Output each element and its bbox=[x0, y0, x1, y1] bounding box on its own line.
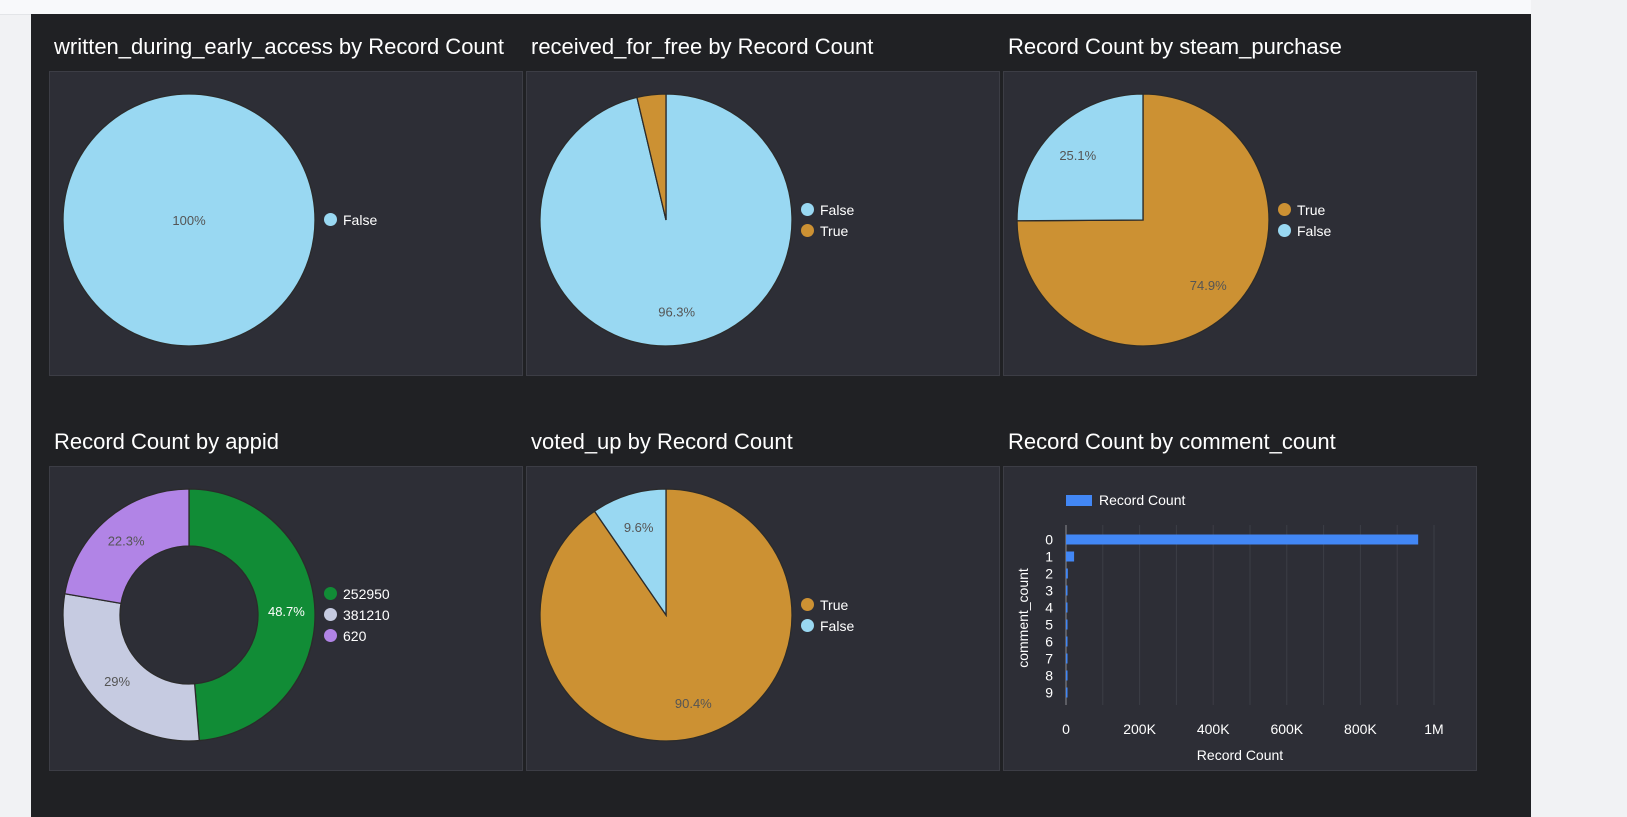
slice-label: 96.3% bbox=[658, 304, 695, 319]
y-tick-label: 0 bbox=[1045, 532, 1053, 548]
legend-item-true[interactable]: True bbox=[1278, 199, 1331, 220]
legend-item-false[interactable]: False bbox=[801, 615, 854, 636]
legend-item-true[interactable]: True bbox=[801, 594, 854, 615]
bar-6[interactable] bbox=[1066, 636, 1068, 647]
chart-title: voted_up by Record Count bbox=[531, 429, 793, 454]
chart-legend: True False bbox=[1278, 199, 1331, 241]
legend-label: False bbox=[343, 211, 378, 228]
pie-chart-svg[interactable]: 74.9% 25.1% bbox=[1004, 72, 1478, 377]
legend-label[interactable]: Record Count bbox=[1099, 492, 1185, 508]
y-axis-title: comment_count bbox=[1015, 568, 1031, 668]
chart-title: Record Count by appid bbox=[54, 429, 280, 454]
pie-chart-svg[interactable]: 90.4% 9.6% bbox=[527, 467, 1001, 772]
bar-7[interactable] bbox=[1066, 653, 1068, 664]
legend-swatch bbox=[1278, 224, 1291, 237]
bar-0[interactable] bbox=[1066, 534, 1419, 545]
chart-area: 96.3% False True bbox=[526, 71, 1000, 376]
legend-label: False bbox=[820, 201, 855, 218]
y-tick-label: 5 bbox=[1045, 617, 1053, 633]
bar-2[interactable] bbox=[1066, 568, 1068, 579]
legend-swatch bbox=[324, 608, 337, 621]
y-tick-label: 2 bbox=[1045, 566, 1053, 582]
chart-title: Record Count by comment_count bbox=[1008, 429, 1336, 454]
bar-4[interactable] bbox=[1066, 602, 1068, 613]
bar-8[interactable] bbox=[1066, 670, 1068, 681]
y-tick-label: 9 bbox=[1045, 685, 1053, 701]
slice-label: 29% bbox=[104, 674, 130, 689]
chart-legend: True False bbox=[801, 594, 854, 636]
legend-item-252950[interactable]: 252950 bbox=[324, 583, 390, 604]
y-tick-label: 1 bbox=[1045, 549, 1053, 565]
legend-label: True bbox=[820, 222, 849, 239]
legend-item-true[interactable]: True bbox=[801, 220, 854, 241]
legend-item-false[interactable]: False bbox=[1278, 220, 1331, 241]
legend-swatch bbox=[801, 224, 814, 237]
pie-chart-svg[interactable]: 96.3% bbox=[527, 72, 1001, 377]
slice-label: 100% bbox=[172, 213, 206, 228]
chart-legend: False bbox=[324, 209, 377, 230]
x-tick-label: 600K bbox=[1270, 721, 1303, 737]
chart-area: 74.9% 25.1% True False bbox=[1003, 71, 1477, 376]
legend-swatch bbox=[1066, 495, 1092, 506]
slice-label: 22.3% bbox=[108, 533, 145, 548]
bar-1[interactable] bbox=[1066, 551, 1075, 562]
legend-swatch bbox=[801, 619, 814, 632]
y-tick-label: 6 bbox=[1045, 634, 1053, 650]
chart-area: 90.4% 9.6% True False bbox=[526, 466, 1000, 771]
legend-item-620[interactable]: 620 bbox=[324, 625, 390, 646]
slice-label: 25.1% bbox=[1059, 148, 1096, 163]
bar-chart-svg[interactable]: Record Count01234567890 200K 400K 600K 800K 1… bbox=[1004, 467, 1478, 772]
legend-label: True bbox=[820, 596, 849, 613]
slice-label: 48.7% bbox=[268, 604, 305, 619]
legend-swatch bbox=[324, 587, 337, 600]
x-tick-label: 0 bbox=[1062, 721, 1070, 737]
bar-3[interactable] bbox=[1066, 585, 1068, 596]
x-tick-label: 800K bbox=[1344, 721, 1377, 737]
legend-label: 620 bbox=[343, 627, 367, 644]
legend-item-false[interactable]: False bbox=[324, 209, 377, 230]
report-canvas: written_during_early_access by Record Co… bbox=[31, 14, 1531, 817]
donut-chart-svg[interactable]: 48.7% 29% 22.3% bbox=[50, 467, 524, 772]
slice-label: 74.9% bbox=[1190, 278, 1227, 293]
x-axis-title: Record Count bbox=[1197, 747, 1283, 763]
chart-title: Record Count by steam_purchase bbox=[1008, 34, 1342, 59]
x-tick-label: 400K bbox=[1197, 721, 1230, 737]
chart-legend: 252950 381210 620 bbox=[324, 583, 390, 646]
pie-slice-381210[interactable] bbox=[62, 592, 200, 742]
legend-label: False bbox=[1297, 222, 1332, 239]
legend-label: True bbox=[1297, 201, 1326, 218]
y-tick-label: 8 bbox=[1045, 668, 1053, 684]
chart-title: written_during_early_access by Record Co… bbox=[54, 34, 505, 59]
slice-label: 9.6% bbox=[624, 520, 654, 535]
bar-9[interactable] bbox=[1066, 687, 1068, 698]
chart-area: 100% False bbox=[49, 71, 523, 376]
legend-item-false[interactable]: False bbox=[801, 199, 854, 220]
x-tick-label: 200K bbox=[1123, 721, 1156, 737]
chart-area: Record Count 0 1 2 3 4 5 6 7 8 9 0 200K 400K 600K 800K 1… bbox=[1003, 466, 1477, 771]
legend-item-381210[interactable]: 381210 bbox=[324, 604, 390, 625]
chart-area: 48.7% 29% 22.3% 252950 381210 620 bbox=[49, 466, 523, 771]
slice-label: 90.4% bbox=[675, 696, 712, 711]
legend-label: 381210 bbox=[343, 606, 390, 623]
legend-swatch bbox=[324, 629, 337, 642]
x-tick-label: 1M bbox=[1424, 721, 1443, 737]
chart-title: received_for_free by Record Count bbox=[531, 34, 874, 59]
legend-label: False bbox=[820, 617, 855, 634]
legend-swatch bbox=[801, 203, 814, 216]
chart-legend: False True bbox=[801, 199, 854, 241]
pie-chart-svg[interactable]: 100% bbox=[50, 72, 524, 377]
y-tick-label: 4 bbox=[1045, 600, 1053, 616]
legend-label: 252950 bbox=[343, 585, 390, 602]
legend-swatch bbox=[1278, 203, 1291, 216]
y-tick-label: 7 bbox=[1045, 651, 1053, 667]
legend-swatch bbox=[324, 213, 337, 226]
bar-5[interactable] bbox=[1066, 619, 1068, 630]
y-tick-label: 3 bbox=[1045, 583, 1053, 599]
top-bar bbox=[0, 0, 1531, 15]
legend-swatch bbox=[801, 598, 814, 611]
